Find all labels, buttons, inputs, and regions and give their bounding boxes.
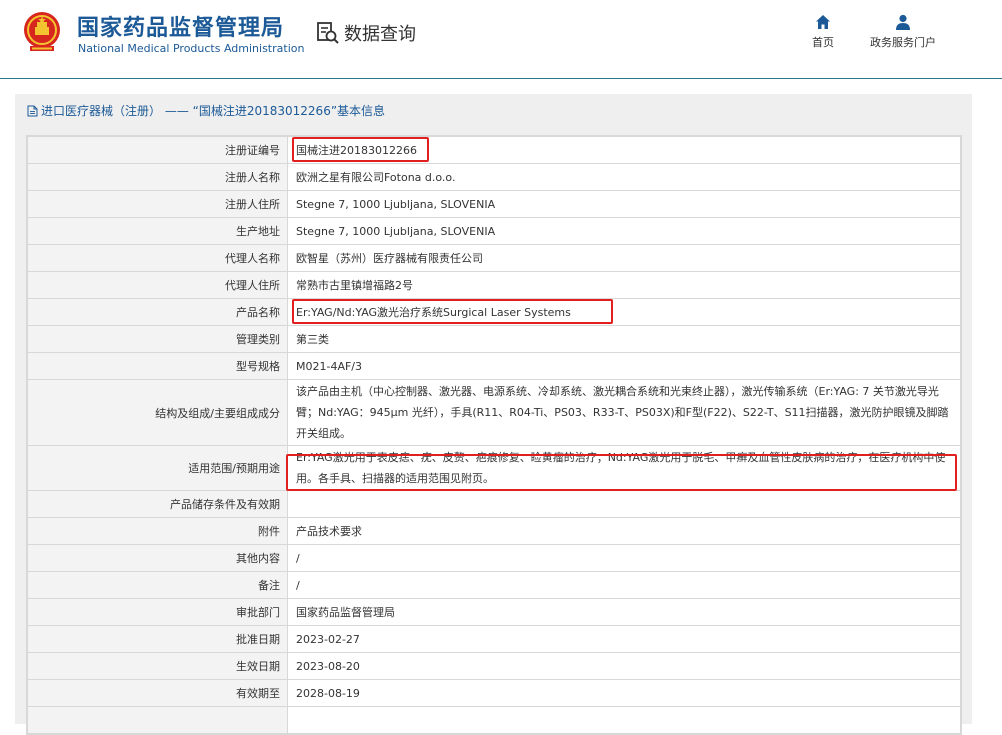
row-label: 审批部门	[27, 598, 288, 626]
row-value: 常熟市古里镇增福路2号	[287, 271, 961, 299]
breadcrumb: 进口医疗器械（注册） —— “国械注进20183012266”基本信息	[27, 102, 385, 119]
row-label: 备注	[27, 571, 288, 599]
table-row: 附件 产品技术要求	[27, 517, 961, 545]
intended-use-value: Er:YAG激光用于表皮痣、疣、皮赘、疤痕修复、睑黄瘤的治疗；Nd:YAG激光用…	[287, 445, 961, 491]
table-row: 产品名称 Er:YAG/Nd:YAG激光治疗系统Surgical Laser S…	[27, 298, 961, 326]
row-value: Stegne 7, 1000 Ljubljana, SLOVENIA	[287, 190, 961, 218]
org-name-cn: 国家药品监督管理局	[77, 16, 285, 41]
table-row: 有效期至 2028-08-19	[27, 679, 961, 707]
row-value: 产品技术要求	[287, 517, 961, 545]
table-row: 批准日期 2023-02-27	[27, 625, 961, 653]
nav-gov-service-portal[interactable]: 政务服务门户	[870, 14, 936, 50]
detail-panel: 进口医疗器械（注册） —— “国械注进20183012266”基本信息 注册证编…	[15, 94, 972, 735]
row-label: 产品名称	[27, 298, 288, 326]
table-row: 备注 /	[27, 571, 961, 599]
table-row: 其他内容 /	[27, 544, 961, 572]
table-row: 注册证编号 国械注进20183012266	[27, 136, 961, 164]
row-value	[287, 706, 961, 734]
row-label: 结构及组成/主要组成成分	[27, 379, 288, 446]
row-label: 管理类别	[27, 325, 288, 353]
nav-home-label: 首页	[812, 36, 834, 49]
table-row: 代理人住所 常熟市古里镇增福路2号	[27, 271, 961, 299]
breadcrumb-text: 进口医疗器械（注册） —— “国械注进20183012266”基本信息	[41, 104, 386, 118]
row-label: 型号规格	[27, 352, 288, 380]
table-row: 审批部门 国家药品监督管理局	[27, 598, 961, 626]
row-label: 代理人住所	[27, 271, 288, 299]
row-label: 代理人名称	[27, 244, 288, 272]
row-value: /	[287, 571, 961, 599]
row-value: Stegne 7, 1000 Ljubljana, SLOVENIA	[287, 217, 961, 245]
user-icon	[896, 14, 910, 30]
row-label: 附件	[27, 517, 288, 545]
data-query-link[interactable]: 数据查询	[316, 20, 416, 46]
row-label: 生效日期	[27, 652, 288, 680]
product-name-value: Er:YAG/Nd:YAG激光治疗系统Surgical Laser System…	[292, 299, 613, 324]
document-icon	[27, 105, 38, 116]
table-row: 管理类别 第三类	[27, 325, 961, 353]
registration-info-table: 注册证编号 国械注进20183012266 注册人名称 欧洲之星有限公司Foto…	[26, 135, 962, 735]
national-emblem-icon	[24, 12, 60, 51]
table-row: 型号规格 M021-4AF/3	[27, 352, 961, 380]
table-row: 适用范围/预期用途 Er:YAG激光用于表皮痣、疣、皮赘、疤痕修复、睑黄瘤的治疗…	[27, 445, 961, 491]
table-row: 生产地址 Stegne 7, 1000 Ljubljana, SLOVENIA	[27, 217, 961, 245]
table-row: 生效日期 2023-08-20	[27, 652, 961, 680]
row-label: 注册人名称	[27, 163, 288, 191]
row-value: M021-4AF/3	[287, 352, 961, 380]
row-label: 产品储存条件及有效期	[27, 490, 288, 518]
nav-home[interactable]: 首页	[812, 14, 834, 50]
row-label: 注册人住所	[27, 190, 288, 218]
registration-number-value: 国械注进20183012266	[292, 137, 429, 162]
home-icon	[816, 15, 830, 29]
table-row	[27, 706, 961, 734]
row-value: 2023-08-20	[287, 652, 961, 680]
row-value: 欧智星（苏州）医疗器械有限责任公司	[287, 244, 961, 272]
table-row: 注册人住所 Stegne 7, 1000 Ljubljana, SLOVENIA	[27, 190, 961, 218]
row-label	[27, 706, 288, 734]
row-value: 该产品由主机（中心控制器、激光器、电源系统、冷却系统、激光耦合系统和光束终止器）…	[287, 379, 961, 446]
row-label: 批准日期	[27, 625, 288, 653]
row-label: 适用范围/预期用途	[27, 445, 288, 491]
row-value: 国家药品监督管理局	[287, 598, 961, 626]
table-row: 结构及组成/主要组成成分 该产品由主机（中心控制器、激光器、电源系统、冷却系统、…	[27, 379, 961, 446]
row-value: /	[287, 544, 961, 572]
table-row: 产品储存条件及有效期	[27, 490, 961, 518]
nav-portal-label: 政务服务门户	[870, 36, 936, 49]
document-search-icon	[317, 22, 339, 44]
row-label: 注册证编号	[27, 136, 288, 164]
table-row: 注册人名称 欧洲之星有限公司Fotona d.o.o.	[27, 163, 961, 191]
site-header: 国家药品监督管理局 National Medical Products Admi…	[0, 0, 1002, 79]
row-label: 其他内容	[27, 544, 288, 572]
row-label: 生产地址	[27, 217, 288, 245]
row-value: 2023-02-27	[287, 625, 961, 653]
row-label: 有效期至	[27, 679, 288, 707]
row-value: 第三类	[287, 325, 961, 353]
row-value	[287, 490, 961, 518]
data-query-label: 数据查询	[344, 24, 416, 45]
org-name-en: National Medical Products Administration	[78, 42, 305, 55]
row-value: 国械注进20183012266	[287, 136, 961, 164]
table-row: 代理人名称 欧智星（苏州）医疗器械有限责任公司	[27, 244, 961, 272]
row-value: 2028-08-19	[287, 679, 961, 707]
row-value: Er:YAG/Nd:YAG激光治疗系统Surgical Laser System…	[287, 298, 961, 326]
row-value: 欧洲之星有限公司Fotona d.o.o.	[287, 163, 961, 191]
